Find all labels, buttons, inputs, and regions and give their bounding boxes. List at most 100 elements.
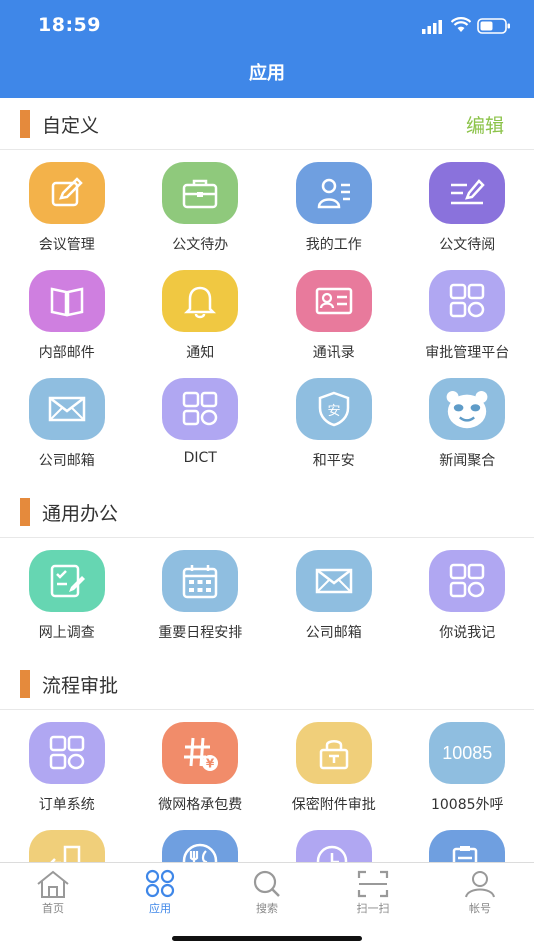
app-dict[interactable]: DICT — [134, 378, 268, 486]
briefcase-icon — [162, 162, 239, 224]
app-10085-outbound[interactable]: 10085 10085外呼 — [401, 722, 534, 830]
tab-label: 扫一扫 — [356, 902, 390, 915]
section-header-custom: 自定义 编辑 — [0, 98, 534, 150]
clock-icon — [295, 830, 372, 862]
app-meeting-management[interactable]: 会议管理 — [0, 162, 134, 270]
app-partial-3[interactable] — [267, 830, 401, 862]
app-label: 公文待阅 — [439, 237, 496, 253]
app-label: 内部邮件 — [38, 345, 95, 361]
search-icon — [253, 870, 280, 897]
app-online-survey[interactable]: 网上调查 — [0, 550, 134, 658]
app-company-mailbox-2[interactable]: 公司邮箱 — [267, 550, 401, 658]
app-label: 公司邮箱 — [38, 453, 95, 469]
app-label: 新闻聚合 — [439, 453, 496, 469]
app-label: 订单系统 — [38, 797, 95, 813]
app-label: 重要日程安排 — [158, 625, 243, 641]
grid-apps-icon — [28, 722, 105, 784]
hash-yen-icon: ¥ — [162, 722, 239, 784]
tab-label: 首页 — [42, 902, 64, 915]
section-title: 自定义 — [42, 115, 100, 137]
app-label: 会议管理 — [38, 237, 95, 253]
app-approval-platform[interactable]: 审批管理平台 — [401, 270, 534, 378]
grid-apps-icon — [162, 378, 239, 440]
nav-bar: 应用 — [0, 52, 534, 98]
app-partial-4[interactable] — [401, 830, 534, 862]
tab-apps[interactable]: 应用 — [120, 869, 200, 916]
section-title: 流程审批 — [42, 675, 119, 697]
app-label: 公文待办 — [172, 237, 229, 253]
app-list[interactable]: 自定义 编辑 会议管理 公文待办 我的工作 公文待阅 内部邮件 通知 通讯录 审… — [0, 98, 534, 862]
cellular-signal-icon — [422, 20, 442, 34]
tab-home[interactable]: 首页 — [13, 869, 93, 916]
app-grid-office: 网上调查 重要日程安排 公司邮箱 你说我记 — [0, 538, 534, 658]
tab-search[interactable]: 搜索 — [227, 869, 307, 916]
tab-label: 帐号 — [469, 902, 491, 915]
id-card-icon — [295, 270, 372, 332]
app-grid-flow: 订单系统 ¥ 微网格承包费 保密附件审批 10085 10085外呼 — [0, 710, 534, 862]
status-time: 18:59 — [38, 14, 101, 36]
app-document-todo[interactable]: 公文待办 — [134, 162, 268, 270]
app-my-work[interactable]: 我的工作 — [267, 162, 401, 270]
app-document-read[interactable]: 公文待阅 — [401, 162, 534, 270]
section-header-office: 通用办公 — [0, 486, 534, 538]
app-company-mailbox[interactable]: 公司邮箱 — [0, 378, 134, 486]
user-card-icon — [295, 162, 372, 224]
app-news-aggregation[interactable]: 新闻聚合 — [401, 378, 534, 486]
tab-scan[interactable]: 扫一扫 — [333, 869, 413, 916]
clipboard-truck-icon — [429, 830, 506, 862]
lines-pen-icon — [429, 162, 506, 224]
app-important-schedule[interactable]: 重要日程安排 — [134, 550, 268, 658]
app-partial-2[interactable] — [134, 830, 268, 862]
calendar-icon — [162, 550, 239, 612]
edit-button[interactable]: 编辑 — [466, 111, 504, 138]
shield-glyph: 安 — [327, 404, 340, 419]
apps-clover-icon — [145, 869, 175, 898]
app-internal-mail[interactable]: 内部邮件 — [0, 270, 134, 378]
section-title: 通用办公 — [42, 503, 119, 525]
status-bar: 18:59 — [0, 0, 534, 52]
app-label: DICT — [183, 450, 217, 466]
yen-glyph: ¥ — [206, 757, 215, 771]
book-icon — [28, 270, 105, 332]
page-title: 应用 — [249, 63, 285, 84]
app-contacts[interactable]: 通讯录 — [267, 270, 401, 378]
app-label: 通知 — [186, 345, 215, 361]
shield-icon: 安 — [295, 378, 372, 440]
door-exit-icon — [28, 830, 105, 862]
battery-icon — [477, 18, 510, 34]
app-confidential-attachment[interactable]: 保密附件审批 — [267, 722, 401, 830]
edit-pen-icon — [28, 162, 105, 224]
app-label: 网上调查 — [38, 625, 95, 641]
app-grid-custom: 会议管理 公文待办 我的工作 公文待阅 内部邮件 通知 通讯录 审批管理平台 公… — [0, 150, 534, 486]
app-heping-an[interactable]: 安 和平安 — [267, 378, 401, 486]
app-you-say-i-note[interactable]: 你说我记 — [401, 550, 534, 658]
section-header-flow: 流程审批 — [0, 658, 534, 710]
section-accent-bar — [20, 110, 30, 138]
app-label: 和平安 — [312, 453, 355, 469]
app-notice[interactable]: 通知 — [134, 270, 268, 378]
home-indicator — [172, 936, 362, 941]
home-icon — [37, 870, 69, 898]
fork-knife-icon — [162, 830, 239, 862]
app-label: 我的工作 — [305, 237, 362, 253]
app-label: 保密附件审批 — [291, 797, 376, 813]
app-label: 你说我记 — [439, 625, 496, 641]
grid-apps-icon — [429, 270, 506, 332]
section-accent-bar — [20, 498, 30, 526]
app-label: 10085外呼 — [430, 797, 504, 813]
app-micro-grid-fee[interactable]: ¥ 微网格承包费 — [134, 722, 268, 830]
scan-icon — [357, 870, 389, 898]
app-label: 微网格承包费 — [158, 797, 243, 813]
grid-apps-icon — [429, 550, 506, 612]
lock-icon — [295, 722, 372, 784]
bell-icon — [162, 270, 239, 332]
tab-account[interactable]: 帐号 — [440, 869, 520, 916]
user-icon — [465, 871, 495, 898]
app-label: 通讯录 — [312, 345, 355, 361]
wifi-icon — [451, 17, 471, 32]
app-partial-1[interactable] — [0, 830, 134, 862]
envelope-icon — [295, 550, 372, 612]
app-order-system[interactable]: 订单系统 — [0, 722, 134, 830]
survey-edit-icon — [28, 550, 105, 612]
panda-icon — [429, 378, 506, 440]
